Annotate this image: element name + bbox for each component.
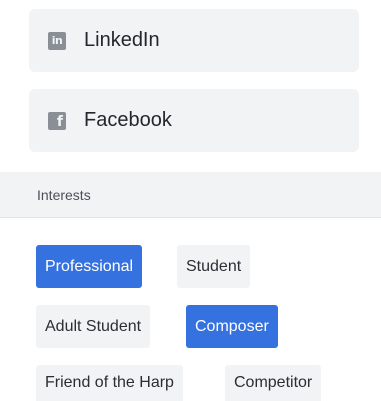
chip-label: Adult Student <box>45 317 142 335</box>
interests-header-label: Interests <box>37 186 91 203</box>
facebook-button[interactable]: f Facebook <box>29 89 359 152</box>
facebook-label: Facebook <box>84 109 172 131</box>
interest-chip-friend-of-the-harp[interactable]: Friend of the Harp <box>36 365 183 401</box>
chip-label: Friend of the Harp <box>45 374 174 391</box>
chip-label: Composer <box>195 317 269 335</box>
interest-chip-composer[interactable]: Composer <box>186 305 278 348</box>
interest-chip-student[interactable]: Student <box>177 245 251 288</box>
linkedin-icon: in <box>48 31 66 50</box>
interest-chip-professional[interactable]: Professional <box>36 245 143 288</box>
linkedin-label: LinkedIn <box>84 29 160 51</box>
linkedin-button[interactable]: in LinkedIn <box>29 9 359 72</box>
chip-label: Student <box>186 257 242 275</box>
interests-section-header: Interests <box>0 172 381 218</box>
facebook-icon: f <box>48 111 66 130</box>
interest-chip-adult-student[interactable]: Adult Student <box>36 305 151 348</box>
chip-label: Professional <box>45 257 134 275</box>
interest-chip-competitor[interactable]: Competitor <box>225 365 322 401</box>
chip-label: Competitor <box>234 374 313 391</box>
